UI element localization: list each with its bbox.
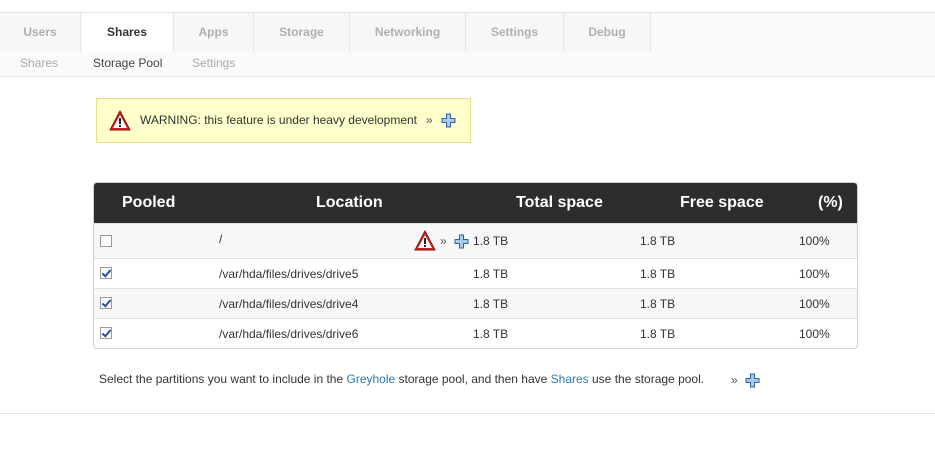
bottom-divider (0, 413, 935, 414)
tab-settings[interactable]: Settings (466, 13, 564, 53)
percent-cell: 100% (799, 267, 830, 281)
help-text-part3: use the storage pool. (588, 372, 705, 386)
pooled-checkbox[interactable] (100, 235, 112, 247)
free-space-cell: 1.8 TB (640, 267, 676, 281)
help-text-part2: storage pool, and then have (395, 372, 551, 386)
free-space-cell: 1.8 TB (640, 327, 676, 341)
table-row: / » 1.8 TB 1.8 TB 100% (94, 223, 857, 258)
percent-cell: 100% (799, 297, 830, 311)
tab-debug[interactable]: Debug (564, 13, 651, 53)
plus-icon[interactable] (745, 373, 760, 388)
shares-link[interactable]: Shares (551, 372, 589, 386)
plus-icon[interactable] (454, 234, 469, 249)
warning-text: WARNING: this feature is under heavy dev… (140, 113, 418, 127)
warning-more-link[interactable]: » (426, 113, 433, 127)
table-row: /var/hda/files/drives/drive4 1.8 TB 1.8 … (94, 288, 857, 318)
percent-cell: 100% (799, 327, 830, 341)
help-more-link[interactable]: » (731, 373, 738, 387)
pooled-checkbox[interactable] (100, 327, 112, 339)
main-nav-bar: Users Shares Apps Storage Networking Set… (0, 12, 935, 53)
free-space-cell: 1.8 TB (640, 297, 676, 311)
help-text: Select the partitions you want to includ… (99, 372, 704, 386)
total-space-cell: 1.8 TB (473, 234, 509, 248)
header-location: Location (316, 194, 383, 211)
subtab-settings[interactable]: Settings (192, 56, 235, 70)
tab-users[interactable]: Users (0, 13, 81, 53)
pooled-checkbox[interactable] (100, 267, 112, 279)
location-cell: /var/hda/files/drives/drive5 (219, 267, 359, 281)
main-tabs: Users Shares Apps Storage Networking Set… (0, 13, 651, 53)
pooled-checkbox[interactable] (100, 297, 112, 309)
plus-icon[interactable] (441, 113, 456, 128)
header-free-space: Free space (680, 194, 764, 211)
tab-apps[interactable]: Apps (174, 13, 254, 53)
total-space-cell: 1.8 TB (473, 297, 509, 311)
warning-triangle-icon (414, 230, 436, 251)
location-cell: / (219, 232, 223, 246)
storage-pool-table: Pooled Location Total space Free space (… (93, 182, 858, 349)
table-row: /var/hda/files/drives/drive6 1.8 TB 1.8 … (94, 318, 857, 348)
total-space-cell: 1.8 TB (473, 327, 509, 341)
greyhole-link[interactable]: Greyhole (346, 372, 395, 386)
free-space-cell: 1.8 TB (640, 234, 676, 248)
warning-box: WARNING: this feature is under heavy dev… (96, 98, 471, 143)
subtab-storage-pool[interactable]: Storage Pool (93, 56, 162, 70)
table-row: /var/hda/files/drives/drive5 1.8 TB 1.8 … (94, 258, 857, 288)
tab-networking[interactable]: Networking (350, 13, 466, 53)
header-pooled: Pooled (122, 194, 176, 211)
percent-cell: 100% (799, 234, 830, 248)
header-percent: (%) (818, 194, 843, 211)
warning-triangle-icon (109, 110, 131, 131)
tab-storage[interactable]: Storage (254, 13, 350, 53)
table-header: Pooled Location Total space Free space (… (94, 183, 857, 223)
location-cell: /var/hda/files/drives/drive4 (219, 297, 359, 311)
row-more-link[interactable]: » (440, 234, 447, 248)
header-total-space: Total space (516, 194, 603, 211)
subtab-shares[interactable]: Shares (20, 56, 58, 70)
help-text-part1: Select the partitions you want to includ… (99, 372, 347, 386)
sub-nav-bar: Shares Storage Pool Settings (0, 52, 935, 77)
total-space-cell: 1.8 TB (473, 267, 509, 281)
tab-shares[interactable]: Shares (81, 13, 174, 53)
location-cell: /var/hda/files/drives/drive6 (219, 327, 359, 341)
